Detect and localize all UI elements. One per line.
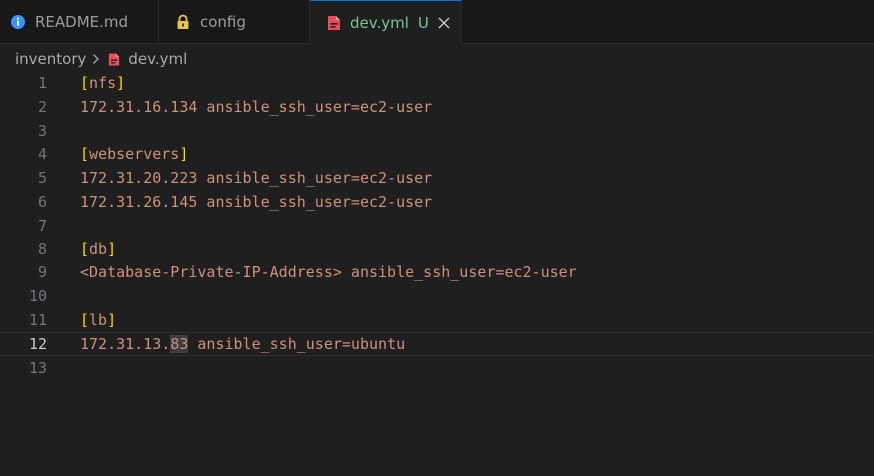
lock-icon [175, 14, 191, 30]
section-name: webservers [89, 145, 180, 163]
code-text: 172.31.13. [80, 335, 171, 353]
line-number: 11 [28, 311, 47, 329]
bracket-close: ] [116, 74, 126, 92]
line-code: [nfs] [80, 71, 125, 95]
line-number: 6 [37, 193, 47, 211]
bracket-open: [ [80, 74, 90, 92]
editor-line: 9 <Database-Private-IP-Address> ansible_… [0, 260, 874, 284]
line-code: <Database-Private-IP-Address> ansible_ss… [80, 263, 577, 281]
yaml-file-icon [326, 15, 342, 31]
line-code: [lb] [80, 308, 116, 332]
editor-line: 1 [nfs] [0, 71, 874, 95]
section-name: lb [89, 311, 108, 329]
info-icon [10, 14, 26, 30]
line-code: [webservers] [80, 142, 188, 166]
bracket-open: [ [80, 240, 90, 258]
editor-line-current: 12 172.31.13.83 ansible_ssh_user=ubuntu [0, 332, 874, 356]
section-name: nfs [89, 74, 117, 92]
line-number: 4 [37, 145, 47, 163]
editor-line: 11 [lb] [0, 308, 874, 332]
line-number: 3 [37, 122, 47, 140]
chevron-right-icon [92, 53, 100, 65]
line-code: 172.31.16.134 ansible_ssh_user=ec2-user [80, 98, 433, 116]
breadcrumb-file[interactable]: dev.yml [128, 50, 187, 68]
line-number: 9 [37, 263, 47, 281]
line-number: 10 [28, 287, 47, 305]
line-number: 7 [37, 217, 47, 235]
line-number: 8 [37, 240, 47, 258]
editor-line: 8 [db] [0, 237, 874, 261]
yaml-file-icon [108, 52, 120, 67]
line-number: 2 [37, 98, 47, 116]
close-icon[interactable] [437, 16, 451, 30]
selected-text: 83 [170, 335, 189, 353]
line-number: 12 [28, 335, 47, 353]
line-code: 172.31.20.223 ansible_ssh_user=ec2-user [80, 169, 433, 187]
line-number: 5 [37, 169, 47, 187]
line-number: 13 [28, 359, 47, 377]
editor-line: 6 172.31.26.145 ansible_ssh_user=ec2-use… [0, 190, 874, 214]
breadcrumb: inventory dev.yml [15, 48, 187, 70]
line-code: 172.31.26.145 ansible_ssh_user=ec2-user [80, 193, 433, 211]
tab-label: README.md [35, 12, 129, 31]
line-number: 1 [37, 74, 47, 92]
bracket-close: ] [179, 145, 189, 163]
line-code: [db] [80, 237, 116, 261]
editor-line: 2 172.31.16.134 ansible_ssh_user=ec2-use… [0, 95, 874, 119]
untracked-status-badge: U [417, 13, 429, 32]
editor-line: 13 [0, 356, 874, 380]
tab-readme[interactable]: README.md [0, 0, 159, 43]
editor-line: 4 [webservers] [0, 142, 874, 166]
code-editor[interactable]: 1 [nfs] 2 172.31.16.134 ansible_ssh_user… [0, 70, 874, 476]
tab-config[interactable]: config [159, 0, 310, 43]
code-text: ansible_ssh_user=ubuntu [188, 335, 406, 353]
tab-label: config [200, 12, 246, 31]
bracket-close: ] [107, 240, 117, 258]
tab-bar: README.md config dev.yml U [0, 0, 874, 44]
editor-line: 5 172.31.20.223 ansible_ssh_user=ec2-use… [0, 166, 874, 190]
editor-line: 7 [0, 214, 874, 238]
tab-dev-yml[interactable]: dev.yml U [310, 0, 462, 44]
editor-line: 3 [0, 119, 874, 143]
line-code: 172.31.13.83 ansible_ssh_user=ubuntu [80, 333, 405, 355]
editor-line: 10 [0, 284, 874, 308]
tab-label: dev.yml [350, 13, 409, 32]
bracket-open: [ [80, 145, 90, 163]
bracket-open: [ [80, 311, 90, 329]
breadcrumb-folder[interactable]: inventory [15, 50, 86, 68]
bracket-close: ] [107, 311, 117, 329]
section-name: db [89, 240, 108, 258]
